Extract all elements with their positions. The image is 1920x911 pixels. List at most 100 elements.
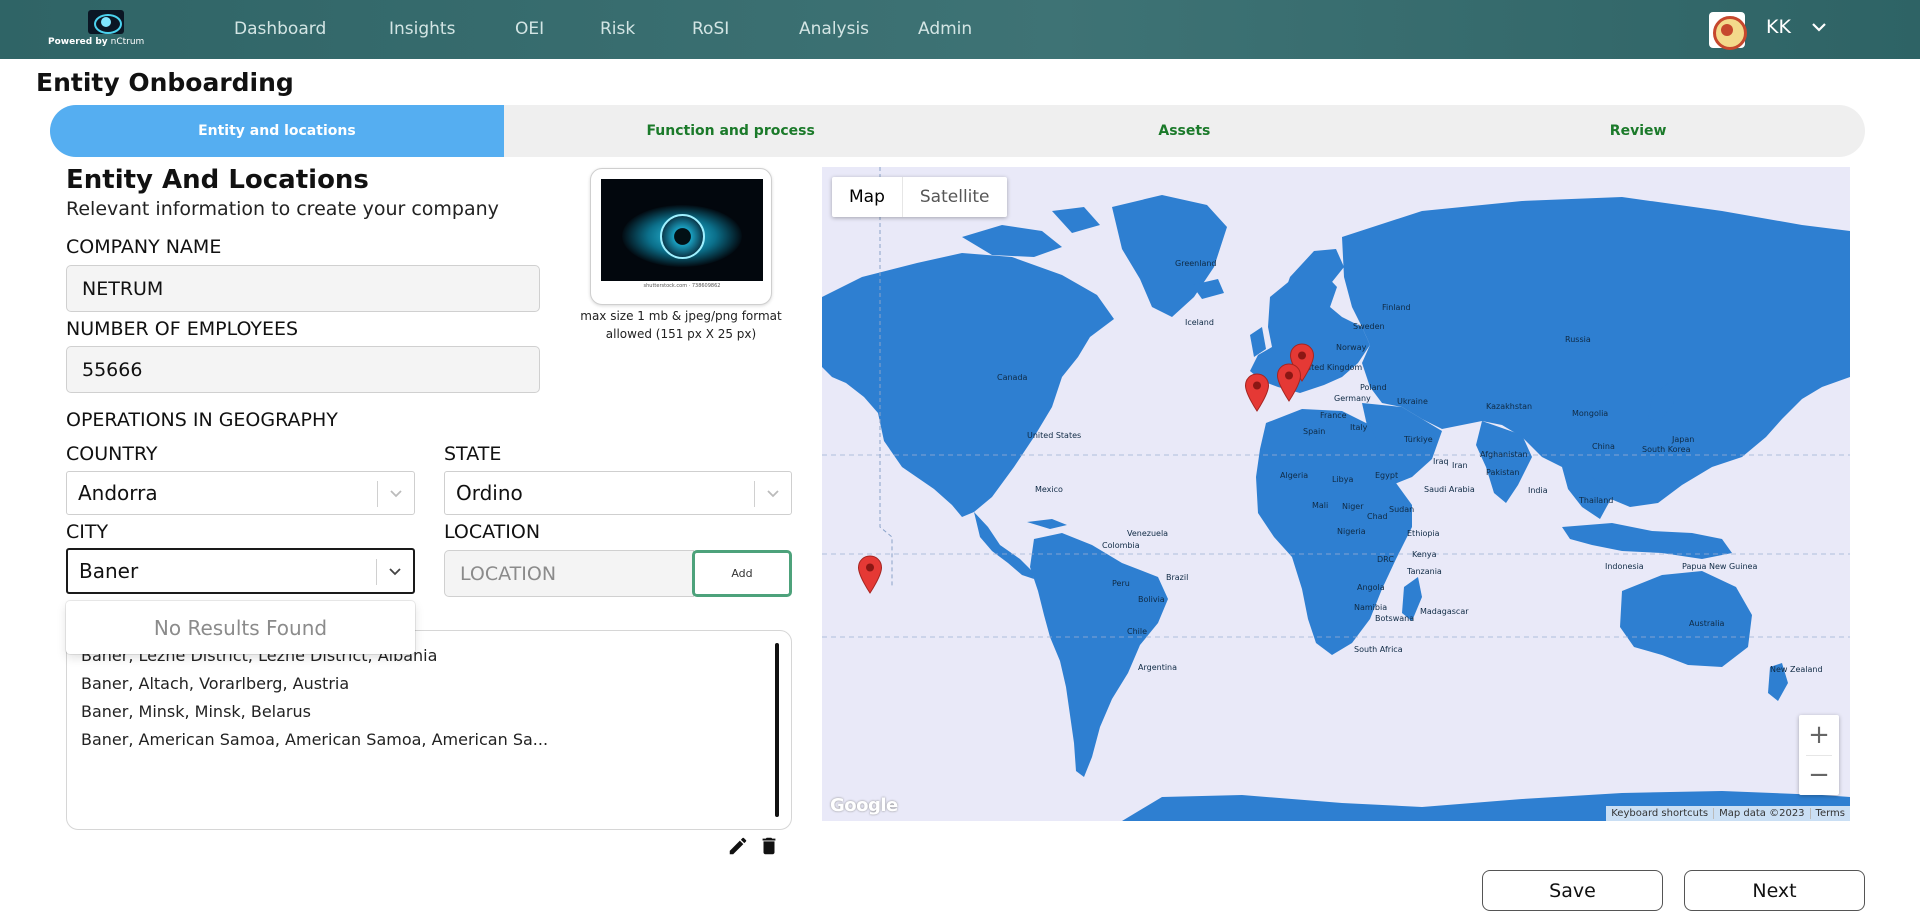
- nav-dashboard[interactable]: Dashboard: [234, 19, 326, 39]
- map-label: Ethiopia: [1407, 529, 1440, 538]
- map-label: Mongolia: [1572, 409, 1609, 418]
- employees-label: NUMBER OF EMPLOYEES: [66, 318, 299, 340]
- country-select[interactable]: Andorra: [66, 471, 415, 515]
- step-entity-and-locations[interactable]: Entity and locations: [50, 105, 504, 157]
- map-label: Kazakhstan: [1486, 402, 1533, 411]
- nav-analysis[interactable]: Analysis: [799, 19, 869, 39]
- nav-rosi[interactable]: RoSI: [692, 19, 729, 39]
- step-review[interactable]: Review: [1411, 105, 1865, 157]
- state-select[interactable]: Ordino: [444, 471, 792, 515]
- map-label: Italy: [1350, 423, 1368, 432]
- map-label: Norway: [1336, 343, 1367, 352]
- map-label: Poland: [1360, 383, 1387, 392]
- section-title: Entity And Locations: [66, 165, 369, 195]
- user-initials[interactable]: KK: [1766, 16, 1791, 38]
- logo-note: max size 1 mb & jpeg/png format allowed …: [580, 309, 782, 341]
- map-data-text: Map data ©2023: [1713, 808, 1809, 819]
- city-select[interactable]: Baner: [66, 548, 415, 594]
- brand-eye-icon: [88, 10, 124, 34]
- country-label: COUNTRY: [66, 443, 158, 465]
- step-function-and-process[interactable]: Function and process: [504, 105, 958, 157]
- save-button[interactable]: Save: [1482, 870, 1663, 911]
- map-label: Egypt: [1375, 471, 1399, 480]
- terms-link[interactable]: Terms: [1809, 808, 1850, 819]
- locations-list[interactable]: Baner, Lezhe District, Lezhe District, A…: [66, 630, 792, 830]
- map-label: South Korea: [1642, 445, 1691, 454]
- map-label: Afghanistan: [1480, 450, 1528, 459]
- geography-label: OPERATIONS IN GEOGRAPHY: [66, 409, 338, 431]
- zoom-in-button[interactable]: +: [1799, 715, 1839, 755]
- edit-icon[interactable]: [727, 835, 749, 857]
- map-marker-icon[interactable]: [857, 555, 883, 595]
- map-label: Canada: [997, 373, 1028, 382]
- page-title: Entity Onboarding: [36, 68, 294, 97]
- map-label: Türkiye: [1404, 435, 1433, 444]
- map-type-map[interactable]: Map: [832, 177, 903, 217]
- next-button[interactable]: Next: [1684, 870, 1865, 911]
- map-type-toggle: Map Satellite: [832, 177, 1007, 217]
- logo-credit: shutterstock.com · 738609862: [601, 281, 763, 291]
- list-item[interactable]: Baner, Altach, Vorarlberg, Austria: [81, 674, 349, 693]
- nav-admin[interactable]: Admin: [918, 19, 972, 39]
- map-marker-icon[interactable]: [1276, 363, 1302, 403]
- list-scrollbar[interactable]: [775, 643, 779, 817]
- location-label: LOCATION: [444, 521, 541, 543]
- map-label: Chile: [1127, 627, 1148, 636]
- location-input[interactable]: LOCATION: [444, 550, 694, 597]
- zoom-controls: + −: [1799, 715, 1839, 795]
- map-label: Greenland: [1175, 259, 1217, 268]
- nav-oei[interactable]: OEI: [515, 19, 544, 39]
- map-label: France: [1320, 411, 1347, 420]
- city-value: Baner: [79, 559, 139, 583]
- chevron-down-icon[interactable]: [386, 483, 406, 503]
- brand-text: Powered by nCtrum: [48, 37, 145, 47]
- map-label: Iceland: [1185, 318, 1214, 327]
- map-label: Niger: [1342, 502, 1364, 511]
- map-label: Finland: [1382, 303, 1411, 312]
- nav-risk[interactable]: Risk: [600, 19, 635, 39]
- map-label: Papua New Guinea: [1682, 562, 1758, 571]
- map-label: Iraq: [1433, 457, 1449, 466]
- map-label: Tanzania: [1407, 567, 1442, 576]
- delete-icon[interactable]: [758, 835, 780, 857]
- map-label: Saudi Arabia: [1424, 485, 1475, 494]
- map-label: Australia: [1689, 619, 1725, 628]
- company-logo-image: shutterstock.com · 738609862: [601, 179, 763, 291]
- company-name-input[interactable]: NETRUM: [66, 265, 540, 312]
- chevron-down-icon[interactable]: [385, 561, 405, 581]
- map-label: China: [1592, 442, 1615, 451]
- map-label: Colombia: [1102, 541, 1140, 550]
- map-label: Spain: [1303, 427, 1326, 436]
- map-label: Iran: [1452, 461, 1468, 470]
- keyboard-shortcuts-link[interactable]: Keyboard shortcuts: [1606, 808, 1713, 819]
- map-label: Venezuela: [1127, 529, 1169, 538]
- map-label: India: [1528, 486, 1548, 495]
- state-value: Ordino: [456, 481, 523, 505]
- top-navbar: Powered by nCtrum Dashboard Insights OEI …: [0, 0, 1920, 59]
- map-label: Indonesia: [1605, 562, 1644, 571]
- map-label: Ukraine: [1397, 397, 1428, 406]
- add-location-button[interactable]: Add: [692, 550, 792, 597]
- list-item[interactable]: Baner, American Samoa, American Samoa, A…: [81, 730, 548, 749]
- nav-insights[interactable]: Insights: [389, 19, 455, 39]
- list-item[interactable]: Baner, Minsk, Minsk, Belarus: [81, 702, 311, 721]
- section-subtitle: Relevant information to create your comp…: [66, 198, 499, 220]
- brand-logo[interactable]: Powered by nCtrum: [48, 7, 168, 53]
- world-map[interactable]: Greenland Iceland Finland Sweden Norway …: [822, 167, 1850, 821]
- map-label: Thailand: [1579, 496, 1614, 505]
- map-label: Nigeria: [1337, 527, 1366, 536]
- step-assets[interactable]: Assets: [958, 105, 1412, 157]
- employees-input[interactable]: 55666: [66, 346, 540, 393]
- map-marker-icon[interactable]: [1244, 373, 1270, 413]
- zoom-out-button[interactable]: −: [1799, 755, 1839, 795]
- chevron-down-icon[interactable]: [763, 483, 783, 503]
- map-canvas[interactable]: [822, 167, 1850, 821]
- company-logo-upload[interactable]: shutterstock.com · 738609862: [590, 168, 772, 305]
- org-avatar[interactable]: [1709, 12, 1747, 50]
- city-label: CITY: [66, 521, 109, 543]
- map-label: Chad: [1367, 512, 1388, 521]
- chevron-down-icon[interactable]: [1808, 16, 1830, 38]
- map-type-satellite[interactable]: Satellite: [903, 177, 1007, 217]
- map-label: Sudan: [1389, 505, 1415, 514]
- state-label: STATE: [444, 443, 502, 465]
